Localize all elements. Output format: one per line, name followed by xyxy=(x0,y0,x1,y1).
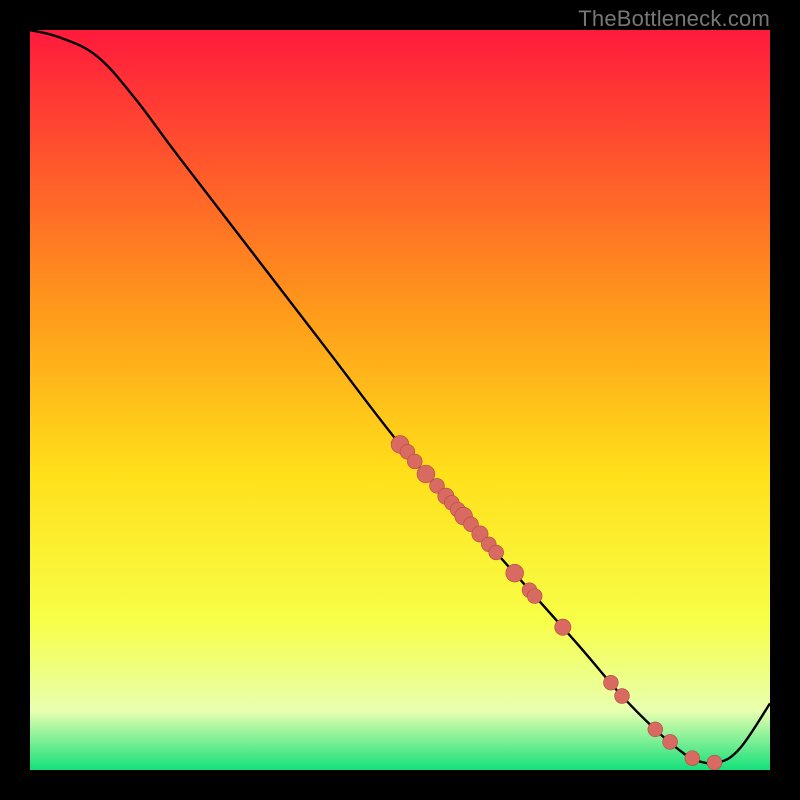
data-dot xyxy=(489,545,504,560)
plot-area xyxy=(30,30,770,770)
data-dot xyxy=(506,564,524,582)
attribution-label: TheBottleneck.com xyxy=(578,6,770,32)
data-dot xyxy=(407,454,422,469)
data-dot xyxy=(604,675,619,690)
data-dot xyxy=(707,755,722,770)
data-dot xyxy=(527,589,542,604)
data-dot xyxy=(555,619,571,635)
gradient-background xyxy=(30,30,770,770)
data-dot xyxy=(615,689,630,704)
chart-frame: TheBottleneck.com xyxy=(0,0,800,800)
data-dot xyxy=(648,722,663,737)
data-dot xyxy=(663,734,678,749)
data-dot xyxy=(685,751,700,766)
chart-svg xyxy=(30,30,770,770)
